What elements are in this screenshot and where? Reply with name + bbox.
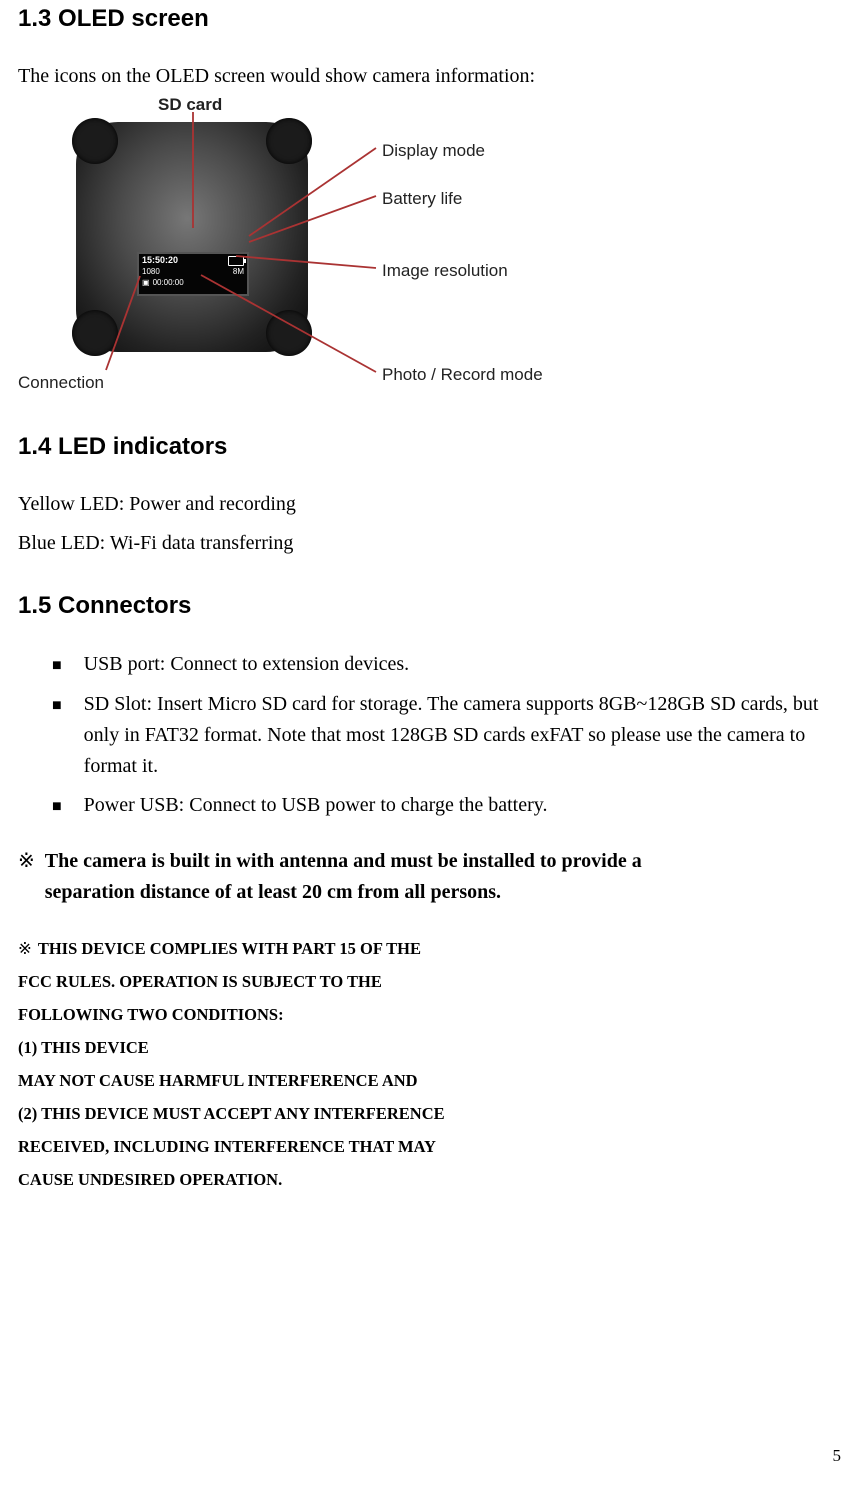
camera-icon: ▣ [142, 279, 150, 288]
bullet-text: Power USB: Connect to USB power to charg… [84, 790, 845, 822]
label-battery-life: Battery life [382, 186, 462, 212]
oled-diagram: 15:50:20 1080 8M ▣ 00:00:00 SD card Disp… [76, 100, 576, 400]
list-item: ■ USB port: Connect to extension devices… [52, 649, 845, 681]
oled-1080: 1080 [142, 268, 160, 277]
bullet-text: SD Slot: Insert Micro SD card for storag… [84, 689, 845, 782]
led-yellow: Yellow LED: Power and recording [18, 489, 845, 520]
oled-8m: 8M [233, 268, 244, 277]
fcc-symbol: ※ [18, 939, 32, 958]
fcc-line: RECEIVED, INCLUDING INTERFERENCE THAT MA… [18, 1130, 845, 1163]
label-image-resolution: Image resolution [382, 258, 508, 284]
list-item: ■ SD Slot: Insert Micro SD card for stor… [52, 689, 845, 782]
label-sd-card: SD card [158, 92, 222, 118]
heading-1-4: 1.4 LED indicators [18, 428, 845, 465]
label-display-mode: Display mode [382, 138, 485, 164]
intro-1-3: The icons on the OLED screen would show … [18, 61, 845, 92]
heading-1-3: 1.3 OLED screen [18, 0, 845, 37]
oled-screen: 15:50:20 1080 8M ▣ 00:00:00 [137, 252, 249, 296]
note-line1: The camera is built in with antenna and … [45, 846, 642, 877]
bullet-text: USB port: Connect to extension devices. [84, 649, 845, 681]
heading-1-5: 1.5 Connectors [18, 587, 845, 624]
fcc-line: (2) THIS DEVICE MUST ACCEPT ANY INTERFER… [18, 1097, 845, 1130]
antenna-note: ※ The camera is built in with antenna an… [18, 846, 845, 908]
note-symbol: ※ [18, 846, 35, 908]
bullet-icon: ■ [52, 691, 62, 782]
fcc-line: (1) THIS DEVICE [18, 1031, 845, 1064]
oled-time: 15:50:20 [142, 256, 178, 266]
list-item: ■ Power USB: Connect to USB power to cha… [52, 790, 845, 822]
fcc-notice: ※ THIS DEVICE COMPLIES WITH PART 15 OF TH… [18, 932, 845, 1196]
note-line2: separation distance of at least 20 cm fr… [45, 877, 642, 908]
page-number: 5 [833, 1443, 842, 1469]
camera-body: 15:50:20 1080 8M ▣ 00:00:00 [76, 122, 308, 352]
label-photo-record: Photo / Record mode [382, 362, 543, 388]
led-blue: Blue LED: Wi-Fi data transferring [18, 528, 845, 559]
fcc-line: THIS DEVICE COMPLIES WITH PART 15 OF THE [38, 939, 421, 958]
bullet-icon: ■ [52, 792, 62, 822]
fcc-line: CAUSE UNDESIRED OPERATION. [18, 1163, 845, 1196]
label-connection: Connection [18, 370, 104, 396]
oled-zero: 00:00:00 [153, 279, 184, 288]
fcc-line: FCC RULES. OPERATION IS SUBJECT TO THE [18, 965, 845, 998]
fcc-line: FOLLOWING TWO CONDITIONS: [18, 998, 845, 1031]
bullet-icon: ■ [52, 651, 62, 681]
battery-icon [228, 256, 244, 266]
fcc-line: MAY NOT CAUSE HARMFUL INTERFERENCE AND [18, 1064, 845, 1097]
